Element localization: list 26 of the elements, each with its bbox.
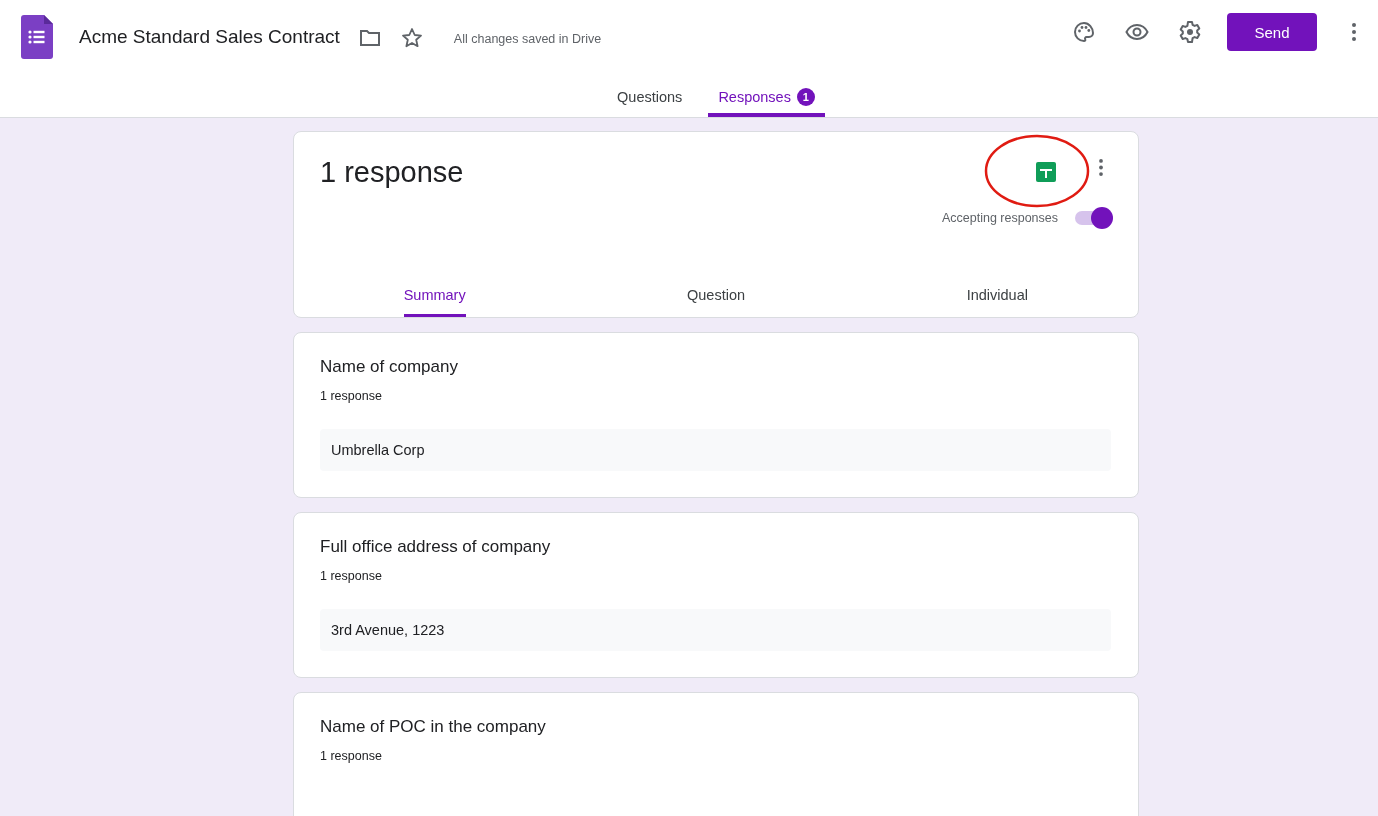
- more-options-icon[interactable]: [1099, 159, 1103, 176]
- send-button[interactable]: Send: [1227, 13, 1317, 51]
- question-title: Name of POC in the company: [320, 717, 547, 737]
- view-tab[interactable]: Question: [686, 275, 745, 317]
- response-count: 1 response: [320, 389, 383, 403]
- star-icon[interactable]: [399, 26, 424, 50]
- palette-icon[interactable]: [1072, 20, 1096, 44]
- response-count: 1 response: [320, 749, 383, 763]
- forms-logo-icon[interactable]: [21, 15, 53, 59]
- count-badge: 1: [796, 87, 815, 106]
- question-title: Full office address of company: [320, 537, 552, 557]
- response-count: 1 response: [320, 569, 383, 583]
- spreadsheet-icon[interactable]: [1036, 162, 1056, 182]
- response-answer: 3rd Avenue, 1223: [320, 609, 1111, 651]
- accepting-responses-label: Accepting responses: [941, 211, 1058, 225]
- tab[interactable]: Responses 1: [708, 80, 825, 117]
- save-status: All changes saved in Drive: [453, 32, 602, 46]
- view-tab[interactable]: Individual: [966, 275, 1028, 317]
- settings-icon[interactable]: [1178, 20, 1202, 44]
- response-count-heading: 1 response: [320, 156, 464, 189]
- question-title: Name of company: [320, 357, 459, 377]
- more-options-icon[interactable]: [1352, 23, 1356, 41]
- response-answer: Umbrella Corp: [320, 429, 1111, 471]
- view-tab[interactable]: Summary: [403, 275, 466, 317]
- tab[interactable]: Questions: [607, 80, 693, 117]
- form-title[interactable]: Acme Standard Sales Contract: [79, 26, 340, 48]
